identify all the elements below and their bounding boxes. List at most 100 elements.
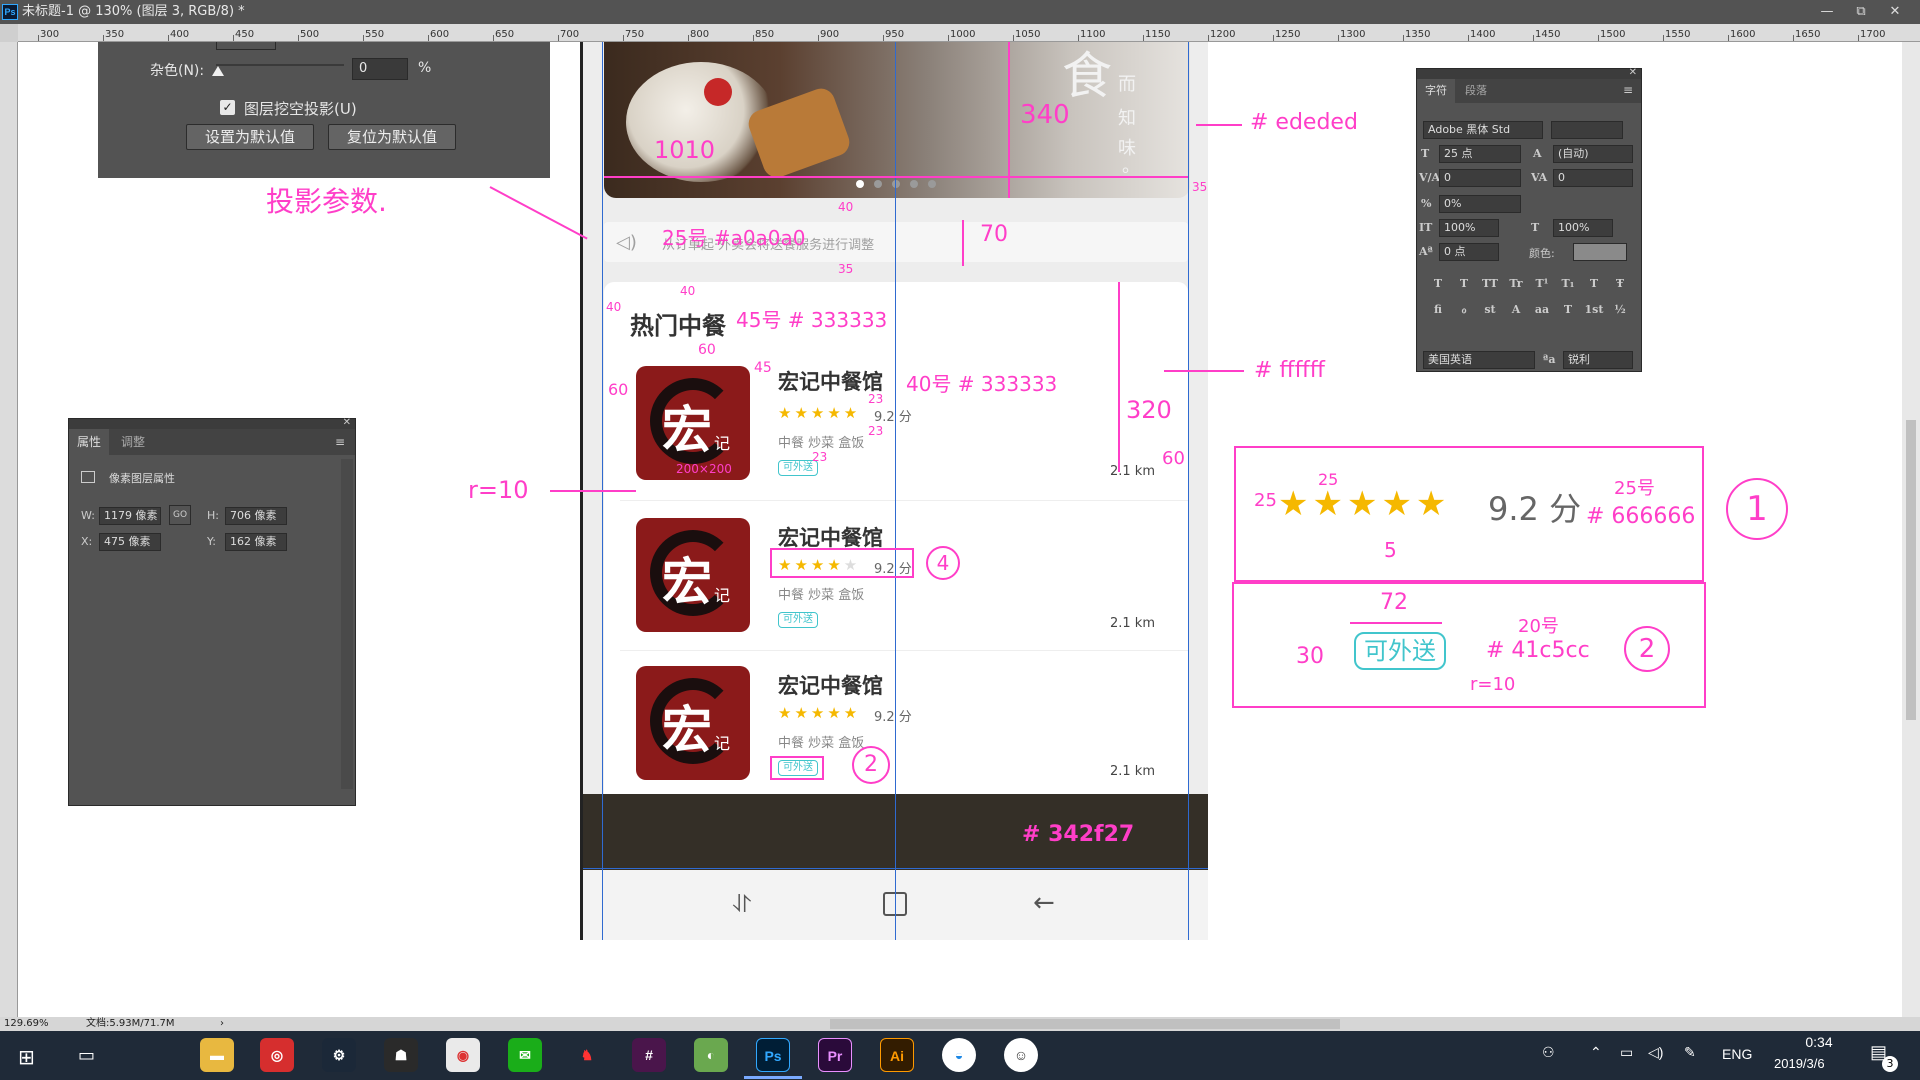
clock-date[interactable]: 2019/3/6 xyxy=(1774,1056,1825,1071)
knockout-checkbox[interactable]: ✓ xyxy=(220,100,235,115)
annotation-width-line xyxy=(604,176,1188,178)
recent-apps-icon[interactable]: ⥯ xyxy=(733,890,751,918)
y-input[interactable]: 162 像素 xyxy=(225,533,287,551)
premiere-icon[interactable]: Pr xyxy=(818,1038,852,1072)
vertical-scroll-thumb[interactable] xyxy=(1906,420,1916,720)
opentype-button[interactable]: st xyxy=(1479,303,1501,316)
opentype-button[interactable]: T xyxy=(1557,303,1579,316)
tab-paragraph[interactable]: 段落 xyxy=(1457,79,1495,103)
antialias-select[interactable]: 锐利 xyxy=(1563,351,1633,369)
carousel-dot[interactable] xyxy=(892,180,900,188)
chevron-right-icon[interactable]: › xyxy=(220,1017,224,1031)
tab-adjustments[interactable]: 调整 xyxy=(113,429,153,455)
opentype-button[interactable]: 1st xyxy=(1583,303,1605,316)
opentype-button[interactable]: A xyxy=(1505,303,1527,316)
panel-close-icon[interactable]: ✕ xyxy=(1629,67,1637,78)
panel-scrollbar[interactable] xyxy=(341,459,353,789)
chrome-icon[interactable]: ◉ xyxy=(446,1038,480,1072)
guide-line[interactable] xyxy=(583,868,1208,869)
restore-button[interactable]: ⧉ xyxy=(1846,0,1876,24)
noise-slider-track[interactable] xyxy=(216,64,344,66)
text-style-button[interactable]: T₁ xyxy=(1557,277,1579,290)
clock-time[interactable]: 0:34 xyxy=(1792,1034,1846,1050)
ruler-tick-mark xyxy=(623,35,624,41)
height-input[interactable]: 706 像素 xyxy=(225,507,287,525)
text-style-button[interactable]: TT xyxy=(1479,277,1501,290)
netease-music-icon[interactable]: ◎ xyxy=(260,1038,294,1072)
text-style-button[interactable]: T xyxy=(1427,277,1449,290)
language-indicator[interactable]: ENG xyxy=(1722,1046,1752,1062)
tab-properties[interactable]: 属性 xyxy=(69,429,110,455)
font-size-input[interactable]: 25 点 xyxy=(1439,145,1521,163)
restaurant-row[interactable]: 宏记 宏记中餐馆 ★★★★★ 9.2 分 中餐 炒菜 盒饭 可外送 2.1 km xyxy=(604,652,1188,792)
back-icon[interactable]: ← xyxy=(1033,888,1055,918)
browser-app-icon[interactable]: ☺ xyxy=(1004,1038,1038,1072)
noise-slider-handle[interactable] xyxy=(212,66,224,76)
font-style-select[interactable] xyxy=(1551,121,1623,139)
tomato xyxy=(704,78,732,106)
ruler-tick-mark xyxy=(233,35,234,41)
set-default-button[interactable]: 设置为默认值 xyxy=(186,124,314,150)
task-view-icon[interactable]: ▭ xyxy=(78,1045,95,1066)
illustrator-icon[interactable]: Ai xyxy=(880,1038,914,1072)
horizontal-scale-input[interactable]: 100% xyxy=(1553,219,1613,237)
panel-menu-icon[interactable]: ≡ xyxy=(1623,83,1633,97)
text-style-button[interactable]: T xyxy=(1583,277,1605,290)
panel-close-icon[interactable]: ✕ xyxy=(343,417,351,428)
annotation-height-line xyxy=(1008,42,1010,198)
vertical-ruler[interactable] xyxy=(0,42,18,1017)
opentype-button[interactable]: aa xyxy=(1531,303,1553,316)
link-dimensions-button[interactable]: GO xyxy=(169,505,191,525)
text-color-swatch[interactable] xyxy=(1573,243,1627,261)
panel-menu-icon[interactable]: ≡ xyxy=(335,435,345,449)
text-style-button[interactable]: T xyxy=(1453,277,1475,290)
baseline-shift-input[interactable]: 0 点 xyxy=(1439,243,1499,261)
opentype-button[interactable]: ½ xyxy=(1609,303,1631,316)
opentype-button[interactable]: fi xyxy=(1427,303,1449,316)
vertical-scale-input[interactable]: 100% xyxy=(1439,219,1499,237)
minimize-button[interactable]: — xyxy=(1812,0,1842,24)
noise-value-input[interactable]: 0 xyxy=(352,58,408,80)
horizontal-scroll-thumb[interactable] xyxy=(830,1019,1340,1029)
reset-default-button[interactable]: 复位为默认值 xyxy=(328,124,456,150)
file-explorer-icon[interactable]: ▬ xyxy=(200,1038,234,1072)
leading-input[interactable]: (自动) xyxy=(1553,145,1633,163)
battery-icon[interactable]: ▭ xyxy=(1620,1044,1633,1061)
tracking-input[interactable]: 0 xyxy=(1553,169,1633,187)
tab-character[interactable]: 字符 xyxy=(1417,79,1455,103)
text-style-button[interactable]: Ŧ xyxy=(1609,277,1631,290)
wechat-icon[interactable]: ✉ xyxy=(508,1038,542,1072)
windows-start-icon[interactable]: ⊞ xyxy=(18,1045,35,1069)
text-style-button[interactable]: T¹ xyxy=(1531,277,1553,290)
carousel-dot[interactable] xyxy=(928,180,936,188)
font-family-select[interactable]: Adobe 黑体 Std xyxy=(1423,121,1543,139)
zoom-level[interactable]: 129.69% xyxy=(4,1017,49,1031)
carousel-dot[interactable] xyxy=(910,180,918,188)
photoshop-taskbar-icon[interactable]: Ps xyxy=(756,1038,790,1072)
pen-icon[interactable]: ✎ xyxy=(1684,1044,1696,1061)
carousel-dot-active[interactable] xyxy=(856,180,864,188)
ghost-app-icon[interactable]: ☗ xyxy=(384,1038,418,1072)
messenger-icon[interactable]: ◒ xyxy=(942,1038,976,1072)
annotation-r10: r=10 xyxy=(468,476,529,504)
tsume-input[interactable]: 0% xyxy=(1439,195,1521,213)
horizontal-ruler[interactable]: 300 350 400 450 500 550 600 650 700 750 800 850 900 9… xyxy=(18,24,1920,42)
carousel-dot[interactable] xyxy=(874,180,882,188)
chevron-up-icon[interactable]: ⌃ xyxy=(1590,1044,1602,1061)
language-select[interactable]: 美国英语 xyxy=(1423,351,1535,369)
guide-line[interactable] xyxy=(1188,42,1189,940)
volume-icon[interactable]: ◁) xyxy=(1648,1044,1663,1061)
qq-icon[interactable]: ♞ xyxy=(570,1038,604,1072)
people-icon[interactable]: ⚇ xyxy=(1542,1044,1555,1061)
ruler-tick-mark xyxy=(1338,35,1339,41)
x-input[interactable]: 475 像素 xyxy=(99,533,161,551)
text-style-button[interactable]: Tr xyxy=(1505,277,1527,290)
close-button[interactable]: ✕ xyxy=(1880,0,1910,24)
width-input[interactable]: 1179 像素 xyxy=(99,507,161,525)
opentype-button[interactable]: ℴ xyxy=(1453,303,1475,316)
slack-icon[interactable]: # xyxy=(632,1038,666,1072)
steam-icon[interactable]: ⚙ xyxy=(322,1038,356,1072)
map-app-icon[interactable]: ◐ xyxy=(694,1038,728,1072)
kerning-input[interactable]: 0 xyxy=(1439,169,1521,187)
knockout-label: 图层挖空投影(U) xyxy=(244,100,357,118)
